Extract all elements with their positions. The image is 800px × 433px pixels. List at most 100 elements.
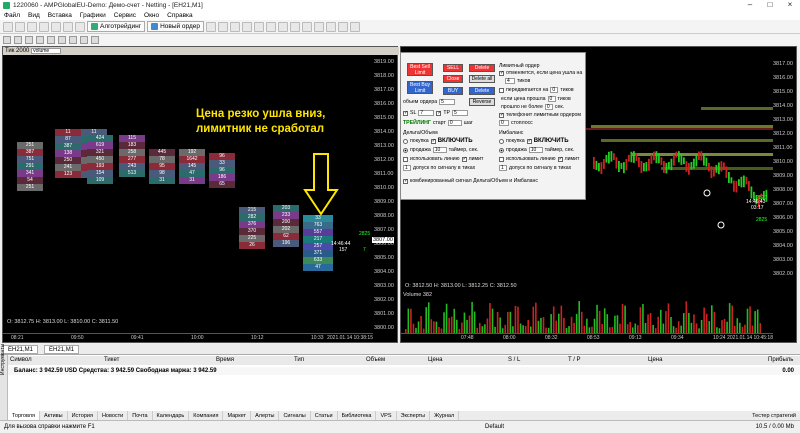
chart-tab-2[interactable]: EH21,M1 [44,344,80,354]
tp-input[interactable]: 5 [452,110,468,116]
candle [695,154,698,167]
strategy-tester-icon[interactable] [75,21,85,32]
cursor-icon[interactable] [3,36,11,44]
menu-file[interactable]: Файл [4,12,20,19]
profiles-icon[interactable] [15,21,25,32]
menu-view[interactable]: Вид [28,12,40,19]
text-icon[interactable] [80,36,88,44]
volume-select[interactable]: volume [31,48,62,54]
trailing-start-input[interactable]: 0 [447,120,462,126]
order-volume-input[interactable]: 5 [439,99,456,105]
col-price-current[interactable]: Цена [648,356,662,365]
navigator-icon[interactable] [51,21,61,32]
delta-buy-radio[interactable] [403,138,408,144]
footprint-cell: 251 [17,184,43,191]
best-buy-button[interactable]: Best Buy Limit 3807.0 [407,81,433,100]
passed-input[interactable]: 0 [544,104,553,110]
combined-checkbox[interactable] [403,178,408,184]
col-volume[interactable]: Объем [366,356,385,365]
bar-chart-icon[interactable] [230,21,241,32]
delta-limit-by-input[interactable]: 1 [403,165,411,171]
minimize-button[interactable]: – [740,0,760,10]
delta-sell-radio[interactable] [403,147,408,153]
col-type[interactable]: Тип [294,356,304,365]
imb-limit-by-input[interactable]: 1 [499,165,507,171]
col-tp[interactable]: T / P [568,356,581,365]
indicators-icon[interactable] [326,21,337,32]
shift-icon[interactable] [314,21,325,32]
if-price-input[interactable]: 0 [547,96,556,102]
fibo-icon[interactable] [69,36,77,44]
menu-window[interactable]: Окно [144,12,159,19]
algo-trading-button[interactable]: Алготрейдинг [87,21,146,32]
delete-all-button[interactable]: Delete all [469,75,495,83]
stop-input[interactable]: 0 [499,120,509,126]
imb-value-input[interactable]: 10 [528,147,543,153]
toolbox-icon[interactable] [63,21,73,32]
channel-icon[interactable] [58,36,66,44]
vertical-line-icon[interactable] [25,36,33,44]
buy-button[interactable]: BUY [443,87,463,95]
templates-icon[interactable] [350,21,361,32]
col-sl[interactable]: S / L [508,356,520,365]
limit-moves-checkbox[interactable] [499,87,504,93]
delete-sell-button[interactable]: Delete [469,64,495,72]
delta-limit-checkbox[interactable] [461,156,467,162]
periods-icon[interactable] [338,21,349,32]
chart-eh21-left[interactable]: Тик 2000 volume 3819.00 3818.00 3817.00 381… [2,46,399,343]
tile-icon[interactable] [290,21,301,32]
shapes-icon[interactable] [91,36,99,44]
zoom-out-icon[interactable] [278,21,289,32]
sl-checkbox[interactable] [403,110,408,116]
menu-insert[interactable]: Вставка [48,12,72,19]
delta-enable-checkbox[interactable] [430,138,436,144]
sell-icon[interactable] [218,21,229,32]
candle [750,186,753,199]
line-chart-icon[interactable] [254,21,265,32]
tp-checkbox[interactable] [436,110,442,116]
imb-enable-checkbox[interactable] [526,138,532,144]
new-chart-icon[interactable] [3,21,13,32]
footprint-cell: 1642 [179,156,205,163]
reverse-button[interactable]: Reverse [469,98,495,106]
col-ticket[interactable]: Тикет [104,356,119,365]
maximize-button[interactable]: □ [760,0,780,10]
menu-charts[interactable]: Графики [80,12,106,19]
data-window-icon[interactable] [39,21,49,32]
col-time[interactable]: Время [216,356,234,365]
algo-icon [91,23,98,30]
delta-value-input[interactable]: 10 [432,147,447,153]
col-price[interactable]: Цена [428,356,442,365]
close-position-button[interactable]: Close [443,75,463,83]
candle-chart-icon[interactable] [242,21,253,32]
imb-sell-radio[interactable] [499,147,504,153]
moves-input[interactable]: 0 [550,87,559,93]
new-order-button[interactable]: Новый ордер [147,21,205,32]
volume-bar [746,308,749,333]
sell-button[interactable]: SELL [443,64,463,72]
imb-buy-radio[interactable] [499,138,504,144]
sl-input[interactable]: 7 [418,110,435,116]
horizontal-line-icon[interactable] [36,36,44,44]
best-sell-button[interactable]: Best Sell Limit 3807.2 [407,63,433,82]
imb-line-checkbox[interactable] [499,156,504,162]
delta-line-checkbox[interactable] [403,156,408,162]
col-profit[interactable]: Прибыль [768,356,793,365]
close-button[interactable]: × [780,0,800,10]
limit-cancel-input[interactable]: 4 [505,78,515,84]
crosshair-icon[interactable] [14,36,22,44]
autoscroll-icon[interactable] [302,21,313,32]
col-symbol[interactable]: Символ [10,356,32,365]
menu-help[interactable]: Справка [167,12,193,19]
delete-buy-button[interactable]: Delete [469,87,495,95]
menu-tools[interactable]: Сервис [114,12,136,19]
trendline-icon[interactable] [47,36,55,44]
market-watch-icon[interactable] [27,21,37,32]
chart-tab-1[interactable]: EH21,M1 [3,344,39,354]
buy-icon[interactable] [206,21,217,32]
footprint-cell: 196 [273,240,299,247]
limit-cancel-checkbox[interactable] [499,70,504,76]
phone-checkbox[interactable] [499,112,504,118]
zoom-in-icon[interactable] [266,21,277,32]
imb-limit-checkbox[interactable] [557,156,563,162]
